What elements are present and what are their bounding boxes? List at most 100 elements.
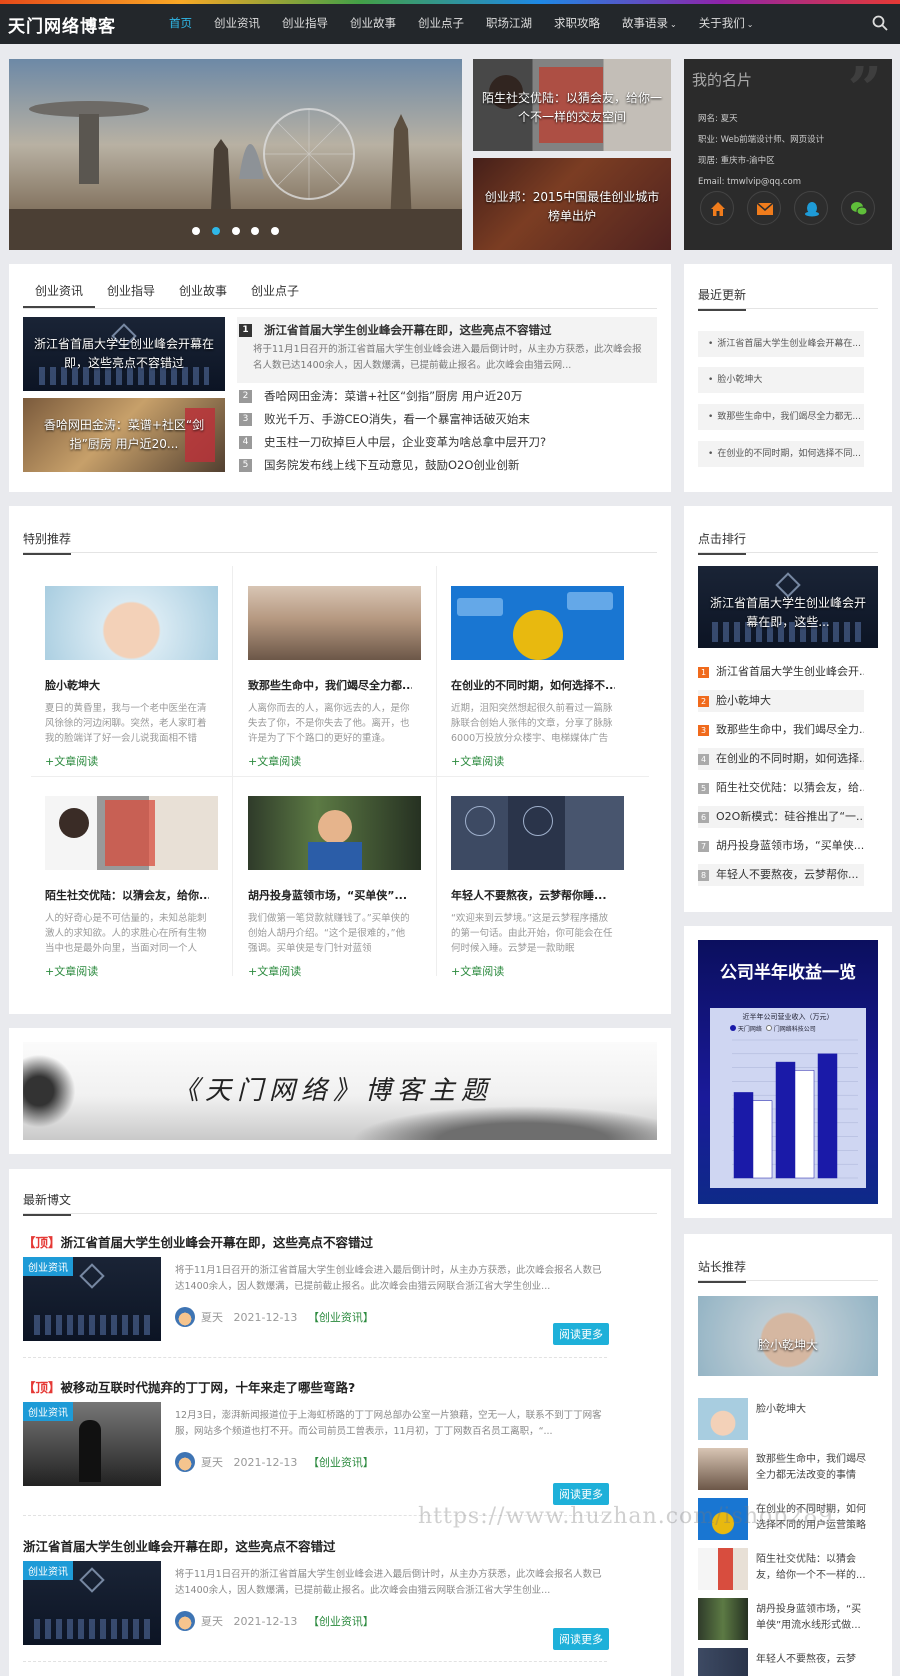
special-item[interactable]: 在创业的不同时期，如何选择不... 近期，沮阳突然想起很久前看过一篇脉脉联合创始…: [438, 581, 628, 777]
news-list-item[interactable]: 4 史玉柱一刀砍掉巨人中层，企业变革为啥总拿中层开刀?: [239, 434, 546, 450]
menu-item-news[interactable]: 创业资讯: [203, 3, 271, 45]
read-article-link[interactable]: +文章阅读: [248, 753, 301, 769]
menu-item-about[interactable]: 关于我们 ⌄: [688, 3, 765, 45]
menu-item-ideas[interactable]: 创业点子: [407, 3, 475, 45]
recommend-item[interactable]: 胡丹投身蓝领市场，“买单侠”用流水线形式做...: [698, 1598, 864, 1640]
read-more-button[interactable]: 阅读更多: [553, 1483, 609, 1505]
post-thumb[interactable]: 创业资讯: [23, 1402, 161, 1486]
recommend-item[interactable]: 陌生社交优陆：以猜会友，给你一个不一样的...: [698, 1548, 866, 1590]
special-item-title[interactable]: 脸小乾坤大: [45, 677, 209, 693]
ink-banner[interactable]: 《天门网络》博客主题: [23, 1042, 657, 1140]
recent-item[interactable]: 致那些生命中，我们竭尽全力都无...: [698, 404, 864, 430]
menu-item-stories[interactable]: 创业故事: [339, 3, 407, 45]
post-title[interactable]: 浙江省首届大学生创业峰会开幕在即，这些亮点不容错过: [23, 1536, 336, 1555]
slider-dot-active[interactable]: [211, 227, 220, 235]
recommend-item[interactable]: 脸小乾坤大: [698, 1398, 864, 1440]
slider-dot[interactable]: [231, 227, 240, 235]
recommend-top-thumb[interactable]: 脸小乾坤大: [698, 1296, 878, 1376]
menu-item-jobs[interactable]: 求职攻略: [543, 3, 611, 45]
ad-banner[interactable]: 公司半年收益一览 近半年公司营业收入（万元） 天门网络 门网络科技公司: [698, 940, 878, 1204]
read-more-button[interactable]: 阅读更多: [553, 1323, 609, 1345]
menu-item-career[interactable]: 职场江湖: [475, 3, 543, 45]
search-icon[interactable]: [872, 15, 888, 31]
rank-item[interactable]: 5 陌生社交优陆：以猜会友，给...: [698, 777, 864, 799]
special-item-desc: 近期，沮阳突然想起很久前看过一篇脉脉联合创始人张伟的文章，分享了脉脉6000万投…: [451, 703, 613, 744]
watermark-text: https://www.huzhan.com/ishop289: [418, 1504, 834, 1529]
post-author[interactable]: 夏天: [201, 1454, 223, 1470]
read-article-link[interactable]: +文章阅读: [45, 753, 98, 769]
special-item[interactable]: 陌生社交优陆：以猜会友，给你... 人的好奇心是不可估量的，未知总能刺激人的求知…: [32, 791, 222, 987]
rank-item[interactable]: 7 胡丹投身蓝领市场，“买单侠...: [698, 835, 864, 857]
rank-item[interactable]: 6 O2O新模式：硅谷推出了“一...: [698, 806, 864, 828]
tab-news[interactable]: 创业资讯: [23, 282, 96, 308]
rank-number: 2: [239, 390, 252, 403]
rank-item[interactable]: 1 浙江省首届大学生创业峰会开...: [698, 661, 864, 683]
rank-top-thumb[interactable]: 浙江省首届大学生创业峰会开幕在即，这些...: [698, 566, 878, 648]
menu-item-quotes[interactable]: 故事语录 ⌄: [611, 3, 688, 45]
news-thumb[interactable]: 香哈网田金涛：菜谱+社区“剑指”厨房 用户近20...: [23, 398, 225, 472]
ad-title: 公司半年收益一览: [720, 963, 856, 983]
special-item-title[interactable]: 在创业的不同时期，如何选择不...: [451, 677, 615, 693]
slider-dot[interactable]: [251, 227, 260, 235]
special-item[interactable]: 年轻人不要熬夜，云梦帮你睡... “欢迎来到云梦境。”这是云梦程序播放的第一句话…: [438, 791, 628, 987]
news-thumb[interactable]: 浙江省首届大学生创业峰会开幕在即，这些亮点不容错过: [23, 317, 225, 391]
hero-side-card[interactable]: 陌生社交优陆：以猜会友，给你一个不一样的交友空间: [473, 59, 671, 151]
tab-ideas[interactable]: 创业点子: [239, 282, 311, 308]
recent-item[interactable]: 在创业的不同时期，如何选择不同...: [698, 441, 864, 467]
ad-bar-chart: [732, 1039, 858, 1179]
tab-stories[interactable]: 创业故事: [167, 282, 239, 308]
news-list-item[interactable]: 3 败光千万、手游CEO消失，看一个暴富神话破灭始末: [239, 411, 530, 427]
top-navbar: 天门网络博客 首页 创业资讯 创业指导 创业故事 创业点子 职场江湖 求职攻略 …: [0, 4, 900, 44]
recommend-item[interactable]: 致那些生命中，我们竭尽全力都无法改变的事情: [698, 1448, 866, 1490]
rank-item[interactable]: 8 年轻人不要熬夜，云梦帮你...: [698, 864, 864, 886]
tab-guide[interactable]: 创业指导: [95, 282, 167, 308]
menu-item-home[interactable]: 首页: [158, 3, 203, 45]
rank-item[interactable]: 4 在创业的不同时期，如何选择...: [698, 748, 864, 770]
menu-item-guide[interactable]: 创业指导: [271, 3, 339, 45]
special-thumb: [45, 586, 218, 660]
special-item-title[interactable]: 胡丹投身蓝领市场，“买单侠”...: [248, 887, 412, 903]
read-article-link[interactable]: +文章阅读: [45, 963, 98, 979]
recent-item[interactable]: 浙江省首届大学生创业峰会开幕在...: [698, 331, 864, 357]
hero-cityscape-image: [9, 101, 462, 250]
post-category[interactable]: 【创业资讯】: [308, 1613, 374, 1629]
site-logo[interactable]: 天门网络博客: [0, 12, 150, 37]
post-author[interactable]: 夏天: [201, 1309, 223, 1325]
news-list-item[interactable]: 2 香哈网田金涛：菜谱+社区“剑指”厨房 用户近20万: [239, 388, 522, 404]
post-thumb[interactable]: 创业资讯: [23, 1257, 161, 1341]
wechat-icon[interactable]: [841, 191, 875, 225]
mail-icon[interactable]: [747, 191, 781, 225]
special-item-title[interactable]: 年轻人不要熬夜，云梦帮你睡...: [451, 887, 615, 903]
read-article-link[interactable]: +文章阅读: [248, 963, 301, 979]
post-category[interactable]: 【创业资讯】: [308, 1454, 374, 1470]
post-title[interactable]: 【顶】被移动互联时代抛弃的丁丁网，十年来走了哪些弯路?: [23, 1377, 355, 1396]
home-icon[interactable]: [700, 191, 734, 225]
slider-dot[interactable]: [191, 227, 200, 235]
recommend-item-title: 胡丹投身蓝领市场，“买单侠”用流水线形式做...: [756, 1604, 862, 1631]
read-more-button[interactable]: 阅读更多: [553, 1628, 609, 1650]
banner-title: 《天门网络》博客主题: [173, 1076, 494, 1106]
rank-item-title: 脸小乾坤大: [716, 694, 771, 707]
post-author[interactable]: 夏天: [201, 1613, 223, 1629]
read-article-link[interactable]: +文章阅读: [451, 963, 504, 979]
qq-icon[interactable]: [794, 191, 828, 225]
recent-item[interactable]: 脸小乾坤大: [698, 367, 864, 393]
slider-dot[interactable]: [271, 227, 280, 235]
special-item[interactable]: 脸小乾坤大 夏日的黄昏里，我与一个老中医坐在清风徐徐的河边闲聊。突然，老人家盯着…: [32, 581, 222, 777]
recommend-item[interactable]: 年轻人不要熬夜，云梦: [698, 1648, 864, 1676]
news-list-item[interactable]: 5 国务院发布线上线下互动意见，鼓励O2O创业创新: [239, 457, 519, 473]
rank-item[interactable]: 2 脸小乾坤大: [698, 690, 864, 712]
read-article-link[interactable]: +文章阅读: [451, 753, 504, 769]
hero-slider[interactable]: [9, 59, 462, 250]
recommend-item-title: 年轻人不要熬夜，云梦: [756, 1654, 856, 1665]
rank-item[interactable]: 3 致那些生命中，我们竭尽全力...: [698, 719, 864, 741]
top-news-title[interactable]: 1 浙江省首届大学生创业峰会开幕在即，这些亮点不容错过: [239, 322, 552, 338]
post-category[interactable]: 【创业资讯】: [308, 1309, 374, 1325]
special-item-title[interactable]: 致那些生命中，我们竭尽全力都...: [248, 677, 412, 693]
special-item[interactable]: 胡丹投身蓝领市场，“买单侠”... 我们做第一笔贷款就赚钱了。”买单侠的创始人胡…: [235, 791, 425, 987]
special-item[interactable]: 致那些生命中，我们竭尽全力都... 人离你而去的人，离你远去的人，是你失去了你，…: [235, 581, 425, 777]
post-title[interactable]: 【顶】浙江省首届大学生创业峰会开幕在即，这些亮点不容错过: [23, 1232, 373, 1251]
special-item-title[interactable]: 陌生社交优陆：以猜会友，给你...: [45, 887, 209, 903]
post-thumb[interactable]: 创业资讯: [23, 1561, 161, 1645]
hero-side-card[interactable]: 创业邦：2015中国最佳创业城市榜单出炉: [473, 158, 671, 250]
